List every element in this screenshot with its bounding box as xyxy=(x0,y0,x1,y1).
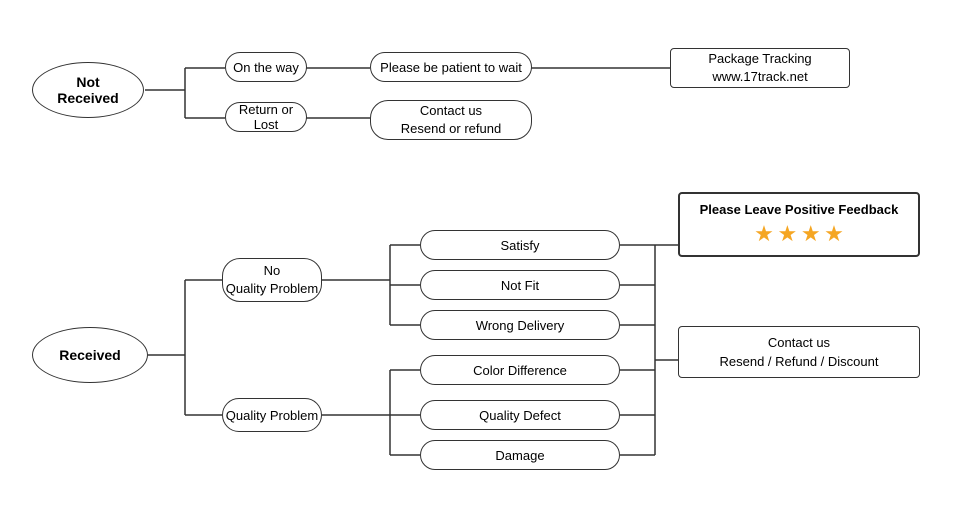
wrong-delivery-node: Wrong Delivery xyxy=(420,310,620,340)
not-received-node: Not Received xyxy=(32,62,144,118)
quality-defect-node: Quality Defect xyxy=(420,400,620,430)
on-the-way-node: On the way xyxy=(225,52,307,82)
patient-wait-node: Please be patient to wait xyxy=(370,52,532,82)
package-tracking-node: Package Tracking www.17track.net xyxy=(670,48,850,88)
contact-us-resend-node: Contact us Resend or refund xyxy=(370,100,532,140)
star-4: ★ xyxy=(824,221,844,246)
no-quality-problem-node: No Quality Problem xyxy=(222,258,322,302)
damage-node: Damage xyxy=(420,440,620,470)
please-leave-feedback-box: Please Leave Positive Feedback ★ ★ ★ ★ xyxy=(678,192,920,257)
quality-problem-node: Quality Problem xyxy=(222,398,322,432)
color-difference-node: Color Difference xyxy=(420,355,620,385)
contact-us-refund-node: Contact us Resend / Refund / Discount xyxy=(678,326,920,378)
star-1: ★ xyxy=(754,221,774,246)
please-leave-label: Please Leave Positive Feedback xyxy=(692,202,906,217)
diagram: Not Received On the way Please be patien… xyxy=(0,0,960,513)
return-lost-node: Return or Lost xyxy=(225,102,307,132)
not-fit-node: Not Fit xyxy=(420,270,620,300)
star-2: ★ xyxy=(777,221,797,246)
stars-container: ★ ★ ★ ★ xyxy=(692,221,906,247)
satisfy-node: Satisfy xyxy=(420,230,620,260)
received-node: Received xyxy=(32,327,148,383)
star-3: ★ xyxy=(801,221,821,246)
